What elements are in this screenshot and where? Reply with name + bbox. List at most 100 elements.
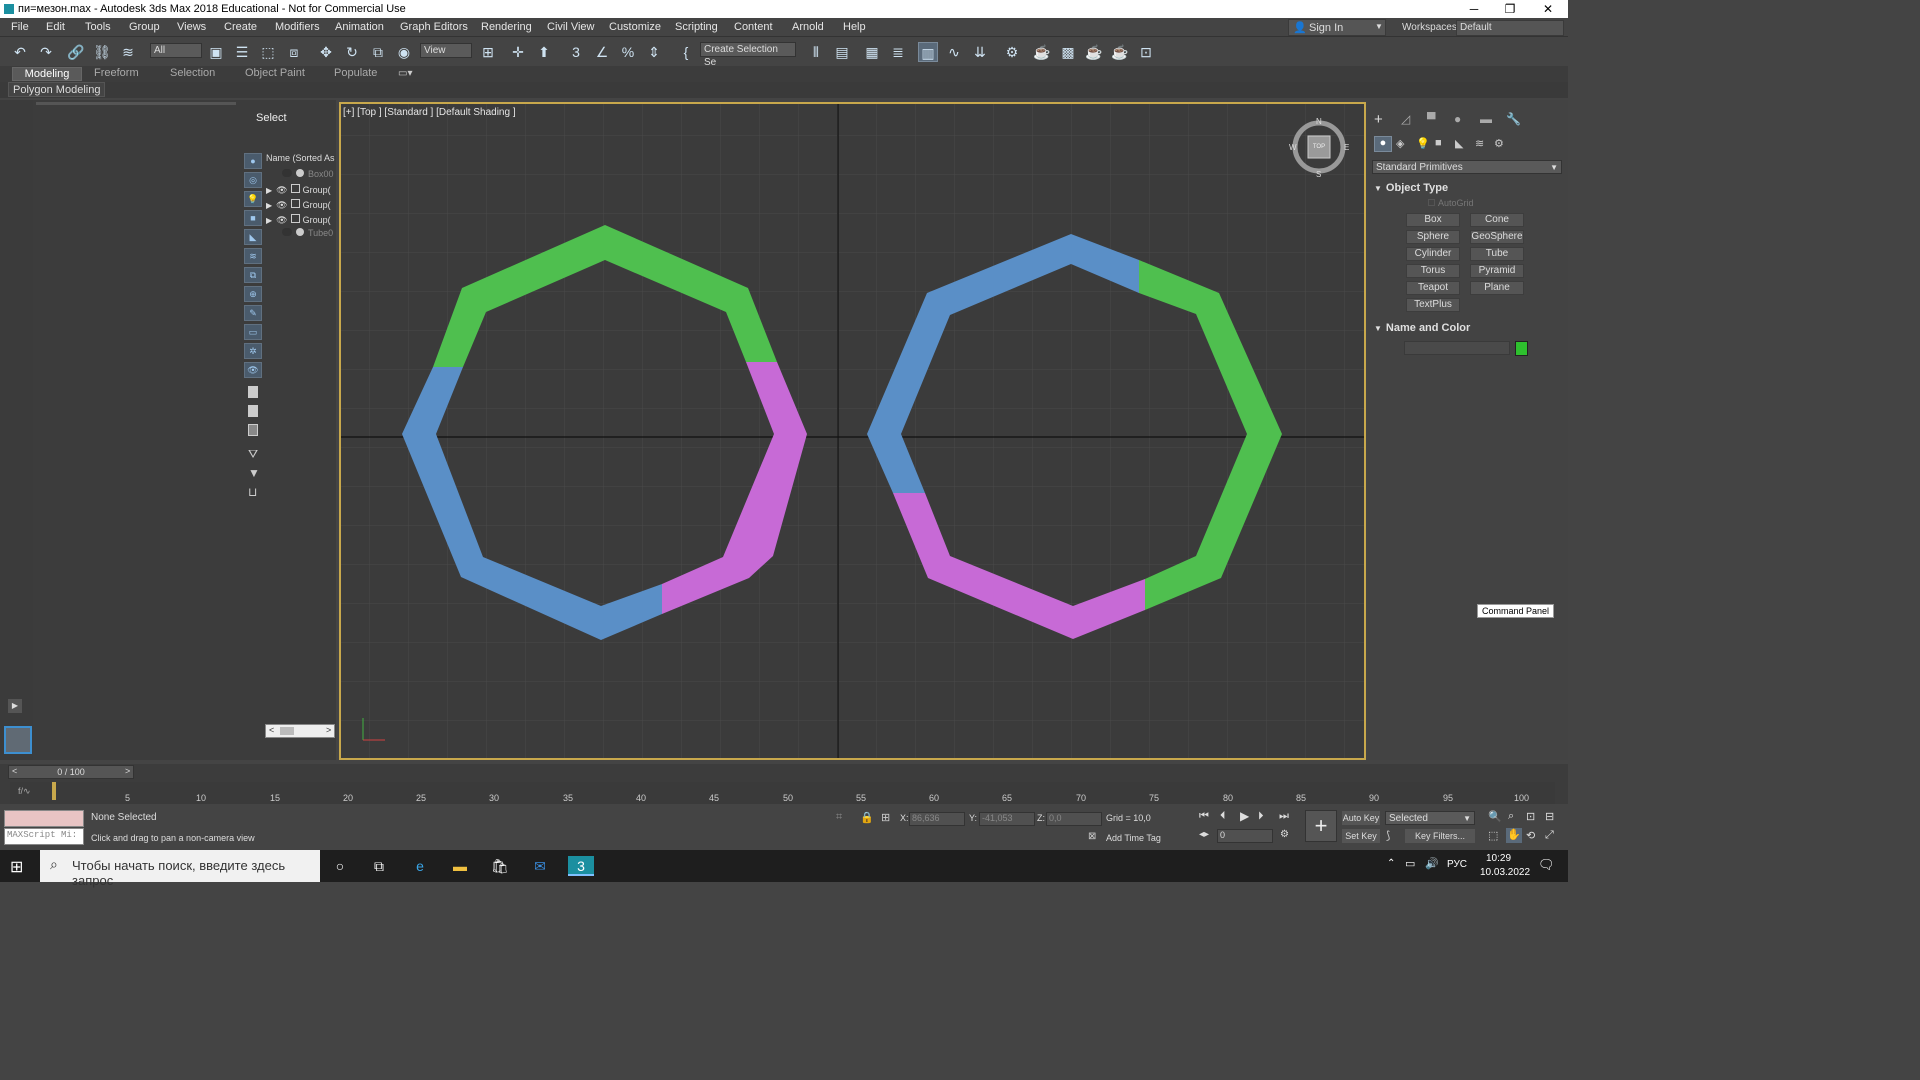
render-production-icon[interactable]: ☕ [1084, 42, 1104, 62]
store-icon[interactable]: 🛍 [489, 856, 511, 876]
torus-button[interactable]: Torus [1406, 264, 1460, 278]
undo-icon[interactable]: ↶ [10, 42, 30, 62]
restore-icon[interactable]: ❐ [1492, 0, 1528, 18]
placement-icon[interactable]: ◉ [394, 42, 414, 62]
explorer-row[interactable]: Tube0 [266, 228, 336, 242]
column-header-name[interactable]: Name (Sorted As [266, 153, 336, 166]
percent-snap-icon[interactable]: % [618, 42, 638, 62]
tab-freeform[interactable]: Freeform [90, 67, 143, 81]
render-iterative-icon[interactable]: ☕ [1110, 42, 1130, 62]
explorer-select-menu[interactable]: Select [256, 112, 287, 124]
shapes-category-icon[interactable]: ◈ [1396, 137, 1404, 150]
menu-rendering[interactable]: Rendering [481, 21, 532, 33]
pan-view-icon[interactable]: ✋ [1506, 828, 1522, 843]
systems-category-icon[interactable]: ⚙ [1494, 137, 1504, 150]
menu-edit[interactable]: Edit [46, 21, 65, 33]
viewport-canvas[interactable] [341, 104, 1364, 758]
teapot-button[interactable]: Teapot [1406, 281, 1460, 295]
viewport-top[interactable]: N S E W TOP [339, 102, 1366, 760]
current-frame-marker[interactable] [52, 782, 56, 800]
schematic-view-icon[interactable]: ⇊ [970, 42, 990, 62]
display-groups-icon[interactable]: ⧉ [244, 267, 262, 283]
key-tangent-icon[interactable]: ⟆ [1386, 829, 1390, 842]
y-coord-input[interactable]: -41,053 [979, 812, 1035, 826]
display-none-icon[interactable]: ● [244, 153, 262, 169]
pyramid-button[interactable]: Pyramid [1470, 264, 1524, 278]
menu-arnold[interactable]: Arnold [792, 21, 824, 33]
minimize-icon[interactable]: ─ [1456, 0, 1492, 18]
menu-tools[interactable]: Tools [85, 21, 111, 33]
notifications-icon[interactable]: 🗨 [1538, 857, 1555, 873]
unlink-icon[interactable]: ⛓ [92, 42, 112, 62]
menu-animation[interactable]: Animation [335, 21, 384, 33]
primitive-type-dropdown[interactable]: Standard Primitives ▼ [1372, 160, 1562, 174]
hierarchy-tab-icon[interactable]: ▀ [1427, 112, 1436, 126]
create-tab-icon[interactable]: + [1374, 111, 1383, 128]
display-containers-icon[interactable]: ▭ [244, 324, 262, 340]
snaps-toggle-icon[interactable]: 3 [566, 42, 586, 62]
render-setup-icon[interactable]: ☕ [1032, 42, 1052, 62]
display-xrefs-icon[interactable]: ⊕ [244, 286, 262, 302]
display-cameras-icon[interactable]: ■ [244, 210, 262, 226]
display-all-icon[interactable] [248, 386, 258, 398]
play-animation-icon[interactable]: ▶ [1240, 809, 1249, 823]
menu-customize[interactable]: Customize [609, 21, 661, 33]
geometry-category-icon[interactable]: ● [1374, 136, 1392, 152]
set-key-button[interactable]: Set Key [1342, 829, 1380, 843]
pivot-center-icon[interactable]: ⊞ [478, 42, 498, 62]
display-none-toggle-icon[interactable] [248, 405, 258, 417]
next-frame-icon[interactable]: > [125, 766, 130, 776]
scale-icon[interactable]: ⧉ [368, 42, 388, 62]
polygon-modeling-button[interactable]: Polygon Modeling [8, 82, 106, 97]
add-time-tag-button[interactable]: Add Time Tag [1106, 833, 1161, 843]
named-selection-dropdown[interactable]: Create Selection Se [700, 42, 796, 68]
explorer-row[interactable]: ▶ 👁 Group( [266, 184, 336, 198]
explorer-hscrollbar[interactable]: < > [265, 724, 335, 738]
language-indicator[interactable]: РУС [1447, 859, 1467, 870]
maxscript-mini-listener[interactable]: MAXScript Mi: [4, 828, 84, 845]
isolate-selection-icon[interactable]: ⌗ [836, 811, 842, 824]
display-bones-icon[interactable]: ✎ [244, 305, 262, 321]
ribbon-options-icon[interactable]: ▭▾ [398, 68, 412, 79]
absolute-mode-icon[interactable]: ⊞ [881, 811, 890, 824]
menu-graph-editors[interactable]: Graph Editors [400, 21, 468, 33]
clock-time[interactable]: 10:29 [1486, 853, 1511, 864]
go-to-start-icon[interactable]: ⏮ [1199, 810, 1209, 823]
time-slider[interactable]: < 0 / 100 > [8, 765, 134, 779]
zoom-icon[interactable]: 🔍 [1488, 810, 1502, 823]
geosphere-button[interactable]: GeoSphere [1470, 230, 1524, 244]
auto-key-button[interactable]: Auto Key [1342, 811, 1380, 825]
layer-explorer-icon[interactable]: ≣ [888, 42, 908, 62]
edge-icon[interactable]: e [409, 856, 431, 876]
link-icon[interactable]: 🔗 [66, 42, 86, 62]
display-invert-icon[interactable] [248, 424, 258, 436]
render-cloud-icon[interactable]: ⊡ [1136, 42, 1156, 62]
z-coord-input[interactable]: 0,0 [1046, 812, 1102, 826]
display-lights-icon[interactable]: 💡 [244, 191, 262, 207]
viewport-layout-thumb[interactable] [4, 726, 32, 754]
object-type-rollout[interactable]: ▼ Object Type [1374, 182, 1448, 194]
modify-tab-icon[interactable]: ◿ [1401, 112, 1410, 126]
name-and-color-rollout[interactable]: ▼ Name and Color [1374, 322, 1470, 334]
move-icon[interactable]: ✥ [316, 42, 336, 62]
menu-civil-view[interactable]: Civil View [547, 21, 594, 33]
edit-named-selection-icon[interactable]: { [676, 42, 696, 62]
rotate-icon[interactable]: ↻ [342, 42, 362, 62]
cylinder-button[interactable]: Cylinder [1406, 247, 1460, 261]
zoom-extents-icon[interactable]: ⊡ [1526, 810, 1535, 823]
autogrid-checkbox[interactable]: AutoGrid [1428, 198, 1474, 208]
display-spacewarps-icon[interactable]: ≋ [244, 248, 262, 264]
rect-select-icon[interactable]: ⬚ [258, 42, 278, 62]
current-frame-input[interactable]: 0 [1217, 829, 1273, 843]
motion-tab-icon[interactable]: ● [1454, 112, 1461, 126]
keyboard-shortcut-icon[interactable]: ⬆ [534, 42, 554, 62]
menu-create[interactable]: Create [224, 21, 257, 33]
menu-scripting[interactable]: Scripting [675, 21, 718, 33]
zoom-all-icon[interactable]: ⌕ [1508, 810, 1514, 823]
curve-editor-mini-icon[interactable]: f/∿ [18, 786, 31, 797]
reference-coord-dropdown[interactable]: View [420, 43, 472, 58]
key-set-dropdown[interactable]: Selected ▼ [1385, 811, 1475, 825]
lights-category-icon[interactable]: 💡 [1416, 137, 1430, 150]
time-tag-icon[interactable]: ⊠ [1088, 831, 1096, 842]
key-mode-icon[interactable]: ◂▸ [1199, 829, 1209, 840]
